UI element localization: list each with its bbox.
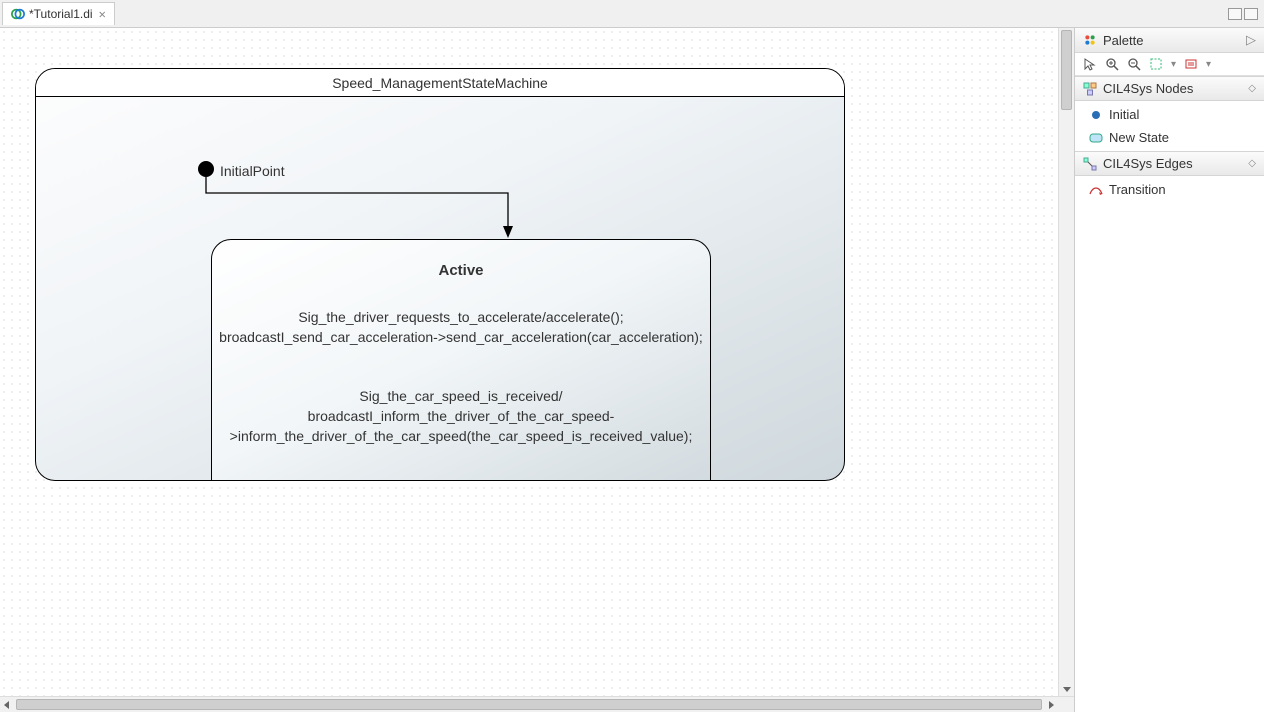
state-behavior-1: Sig_the_driver_requests_to_accelerate/ac… [219, 307, 703, 348]
new-state-icon [1089, 131, 1103, 145]
chevron-icon: ◇ [1248, 158, 1256, 169]
palette-collapse-icon[interactable]: ▷ [1246, 32, 1256, 48]
nodes-drawer-title: CIL4Sys Nodes [1103, 81, 1193, 96]
vertical-scrollbar[interactable] [1058, 28, 1074, 696]
editor-tab-tutorial1[interactable]: *Tutorial1.di ✕ [2, 2, 115, 25]
chevron-icon: ◇ [1248, 83, 1256, 94]
palette-item-new-state[interactable]: New State [1075, 126, 1264, 149]
close-tab-icon[interactable]: ✕ [99, 7, 106, 21]
state-active[interactable]: Active Sig_the_driver_requests_to_accele… [211, 239, 711, 481]
edges-drawer-items: Transition [1075, 176, 1264, 203]
palette-toolbar: ▾ ▾ [1075, 53, 1264, 76]
note-tool-icon[interactable] [1184, 57, 1198, 71]
marquee-tool-icon[interactable] [1149, 57, 1163, 71]
horizontal-scroll-thumb[interactable] [16, 699, 1042, 710]
select-tool-icon[interactable] [1083, 57, 1097, 71]
state-behavior-1-line-2: broadcastI_send_car_acceleration->send_c… [219, 327, 703, 347]
zoom-out-icon[interactable] [1127, 57, 1141, 71]
zoom-in-icon[interactable] [1105, 57, 1119, 71]
dropdown-caret-icon[interactable]: ▾ [1171, 59, 1176, 70]
palette-title: Palette [1103, 33, 1143, 48]
scroll-down-icon[interactable] [1059, 682, 1074, 696]
edges-drawer-icon [1083, 157, 1097, 171]
transition-icon [1089, 183, 1103, 197]
minimize-view-button[interactable] [1228, 8, 1242, 20]
initial-point-node[interactable] [198, 161, 214, 177]
palette-panel: Palette ▷ ▾ ▾ [1074, 28, 1264, 712]
app-root: *Tutorial1.di ✕ Speed_ManagementStateMac… [0, 0, 1264, 712]
initial-node-icon [1089, 108, 1103, 122]
palette-header[interactable]: Palette ▷ [1075, 28, 1264, 53]
main-area: Speed_ManagementStateMachine InitialPoin… [0, 28, 1264, 712]
state-behavior-2-line-3: >inform_the_driver_of_the_car_speed(the_… [230, 426, 693, 446]
horizontal-scrollbar[interactable] [0, 696, 1074, 712]
palette-icon [1083, 33, 1097, 47]
palette-item-transition[interactable]: Transition [1075, 178, 1264, 201]
editor-tab-title: *Tutorial1.di [29, 7, 93, 21]
state-name: Active [438, 262, 483, 279]
state-behavior-2-line-1: Sig_the_car_speed_is_received/ [230, 386, 693, 406]
palette-item-label: Transition [1109, 182, 1166, 197]
editor-tab-bar: *Tutorial1.di ✕ [0, 0, 1264, 28]
maximize-view-button[interactable] [1244, 8, 1258, 20]
vertical-scroll-thumb[interactable] [1061, 30, 1072, 110]
palette-item-label: New State [1109, 130, 1169, 145]
state-behavior-2-line-2: broadcastI_inform_the_driver_of_the_car_… [230, 406, 693, 426]
initial-point-label: InitialPoint [220, 163, 285, 179]
diagram-canvas-area: Speed_ManagementStateMachine InitialPoin… [0, 28, 1074, 712]
palette-item-initial[interactable]: Initial [1075, 103, 1264, 126]
scroll-right-icon[interactable] [1044, 697, 1058, 712]
diagram-canvas[interactable]: Speed_ManagementStateMachine InitialPoin… [0, 28, 1074, 696]
palette-item-label: Initial [1109, 107, 1139, 122]
state-machine-container[interactable]: Speed_ManagementStateMachine InitialPoin… [35, 68, 845, 481]
view-controls [1228, 8, 1264, 20]
state-behavior-1-line-1: Sig_the_driver_requests_to_accelerate/ac… [219, 307, 703, 327]
papyrus-file-icon [11, 7, 25, 21]
nodes-drawer-header[interactable]: CIL4Sys Nodes ◇ [1075, 76, 1264, 101]
state-machine-title: Speed_ManagementStateMachine [36, 69, 844, 97]
scroll-left-icon[interactable] [0, 697, 14, 712]
nodes-drawer-items: Initial New State [1075, 101, 1264, 151]
dropdown-caret-icon[interactable]: ▾ [1206, 59, 1211, 70]
state-behavior-2: Sig_the_car_speed_is_received/ broadcast… [230, 386, 693, 447]
edges-drawer-header[interactable]: CIL4Sys Edges ◇ [1075, 151, 1264, 176]
nodes-drawer-icon [1083, 82, 1097, 96]
edges-drawer-title: CIL4Sys Edges [1103, 156, 1193, 171]
